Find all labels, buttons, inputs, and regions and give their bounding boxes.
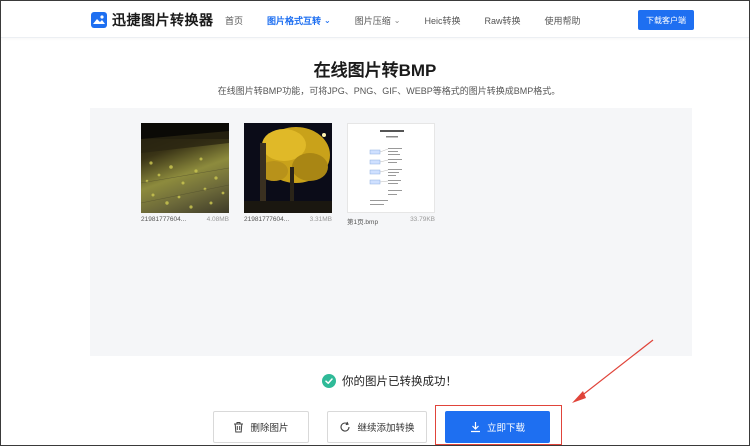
download-now-button[interactable]: 立即下载 [445,411,550,443]
trash-icon [233,421,244,433]
file-card[interactable]: 第1页.bmp 33.79KB [347,123,435,226]
download-icon [470,421,481,433]
nav-item-label: Heic转换 [424,16,461,26]
file-thumbnail [244,123,332,213]
nav-item-home[interactable]: 首页 [225,14,243,27]
nav-item-label: Raw转换 [484,16,521,26]
logo-icon [91,12,107,28]
nav-item-heic[interactable]: Heic转换 [424,14,460,27]
download-now-label: 立即下载 [486,423,525,434]
chevron-down-icon: ⌄ [393,16,401,25]
file-preview-area[interactable]: 21981777604... 4.08MB 21981777604... 3.3… [90,108,692,356]
main-nav: 首页 图片格式互转 ⌄ 图片压缩 ⌄ Heic转换 Raw转换 使用帮助 [225,14,605,27]
nav-item-compress[interactable]: 图片压缩 ⌄ [355,14,401,27]
continue-add-label: 继续添加转换 [357,423,415,434]
file-size: 3.31MB [309,216,332,223]
check-circle-icon [322,374,336,388]
page-title: 在线图片转BMP [313,61,437,80]
file-size: 33.79KB [410,216,435,223]
file-size: 4.08MB [206,216,229,223]
logo[interactable]: 迅捷图片转换器 [91,10,214,30]
nav-item-label: 图片格式互转 [267,16,322,26]
nav-item-raw[interactable]: Raw转换 [484,14,520,27]
logo-text: 迅捷图片转换器 [112,12,214,28]
delete-images-label: 删除图片 [250,423,289,434]
nav-item-label: 首页 [225,16,244,26]
download-client-button[interactable]: 下载客户端 [638,10,694,30]
success-message: 你的图片已转换成功！ [322,373,457,389]
nav-item-label: 使用帮助 [544,16,581,26]
delete-images-button[interactable]: 删除图片 [213,411,309,443]
chevron-down-icon: ⌄ [324,16,331,25]
file-name: 21981777604... [244,216,290,223]
nav-item-format-convert[interactable]: 图片格式互转 ⌄ [267,14,331,27]
refresh-icon [339,421,351,433]
file-name: 第1页.bmp [347,219,379,226]
file-card[interactable]: 21981777604... 3.31MB [244,123,332,223]
file-name: 21981777604... [141,216,187,223]
file-thumbnail [347,123,435,213]
success-text: 你的图片已转换成功！ [342,376,457,388]
file-thumbnail [141,123,229,213]
top-header: 迅捷图片转换器 首页 图片格式互转 ⌄ 图片压缩 ⌄ Heic转换 Raw转换 … [1,1,749,38]
page-subtitle: 在线图片转BMP功能，可将JPG、PNG、GIF、WEBP等格式的图片转换成BM… [217,86,561,96]
file-card[interactable]: 21981777604... 4.08MB [141,123,229,223]
nav-item-help[interactable]: 使用帮助 [544,14,580,27]
continue-add-button[interactable]: 继续添加转换 [327,411,427,443]
nav-item-label: 图片压缩 [354,16,391,26]
